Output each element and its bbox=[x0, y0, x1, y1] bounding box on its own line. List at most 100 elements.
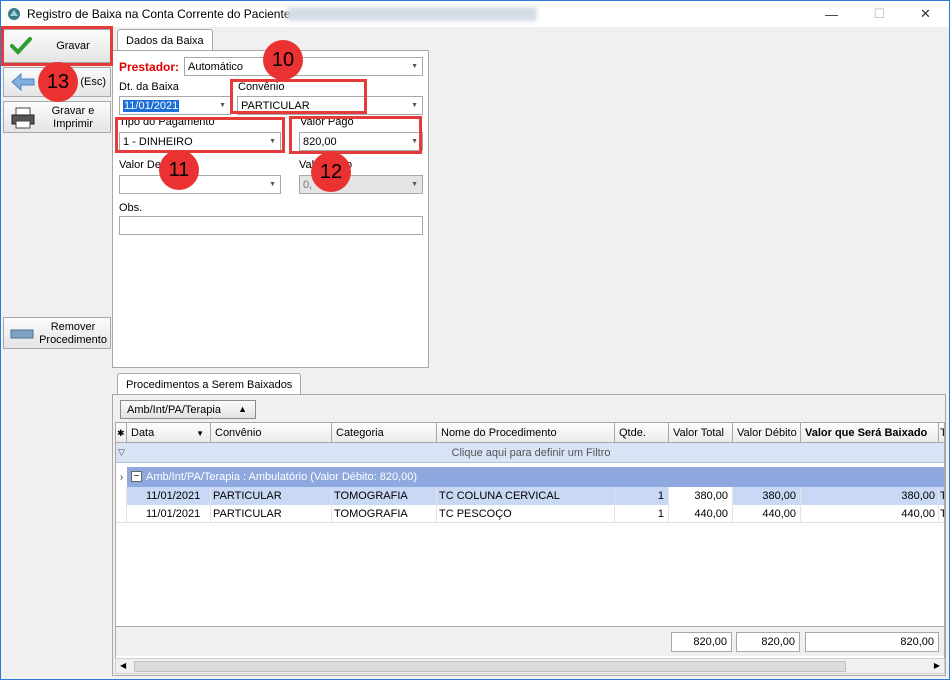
chevron-down-icon: ▼ bbox=[269, 138, 276, 145]
cell-nome: TC COLUNA CERVICAL bbox=[439, 487, 615, 505]
remover-label: Remover Procedimento bbox=[38, 321, 108, 347]
table-row[interactable]: 11/01/2021 PARTICULAR TOMOGRAFIA TC COLU… bbox=[116, 487, 944, 505]
convenio-label: Convênio bbox=[238, 81, 285, 93]
maximize-button[interactable]: ☐ bbox=[857, 1, 902, 27]
chevron-down-icon: ▼ bbox=[411, 181, 418, 188]
scroll-left-icon[interactable]: ◀ bbox=[120, 661, 126, 670]
col-data[interactable]: Data ▼ bbox=[127, 423, 211, 443]
maximize-icon: ☐ bbox=[873, 6, 886, 21]
col-nome-label: Nome do Procedimento bbox=[441, 427, 557, 439]
window-title: Registro de Baixa na Conta Corrente do P… bbox=[27, 7, 291, 21]
sort-up-icon: ▲ bbox=[238, 404, 247, 414]
cell-data: 11/01/2021 bbox=[146, 487, 211, 505]
col-categoria[interactable]: Categoria bbox=[332, 423, 437, 443]
convenio-combo[interactable]: PARTICULAR ▼ bbox=[237, 96, 423, 115]
total-valor-debito: 820,00 bbox=[736, 632, 800, 652]
cell-convenio: PARTICULAR bbox=[213, 505, 332, 523]
dt-baixa-label: Dt. da Baixa bbox=[119, 81, 179, 93]
dados-da-baixa-panel: Prestador: Automático ▼ Dt. da Baixa 11/… bbox=[112, 50, 429, 368]
app-icon bbox=[8, 8, 20, 20]
back-arrow-icon bbox=[11, 72, 35, 92]
title-bar: Registro de Baixa na Conta Corrente do P… bbox=[1, 1, 949, 27]
printer-icon bbox=[11, 107, 35, 129]
valor-troco-value: 0, bbox=[303, 178, 313, 191]
tab-procedimentos-label: Procedimentos a Serem Baixados bbox=[126, 378, 293, 391]
minus-icon bbox=[10, 329, 34, 339]
gravar-imprimir-button[interactable]: Gravar e Imprimir bbox=[3, 101, 111, 133]
tab-procedimentos[interactable]: Procedimentos a Serem Baixados bbox=[117, 373, 302, 395]
chevron-down-icon: ▼ bbox=[219, 102, 226, 109]
table-row[interactable]: 11/01/2021 PARTICULAR TOMOGRAFIA TC PESC… bbox=[116, 505, 944, 523]
procedures-grid: ✱ Data ▼ Convênio Categoria Nome do Proc… bbox=[115, 422, 945, 660]
cell-valor-total: 440,00 bbox=[669, 505, 733, 523]
total-valor-total: 820,00 bbox=[671, 632, 732, 652]
cell-valor-baixado[interactable]: 440,00 bbox=[801, 505, 939, 523]
col-nome-procedimento[interactable]: Nome do Procedimento bbox=[437, 423, 615, 443]
convenio-value: PARTICULAR bbox=[241, 99, 310, 112]
collapse-icon[interactable]: − bbox=[131, 471, 142, 482]
checkmark-icon bbox=[10, 37, 32, 55]
totals-row: 820,00 820,00 820,00 bbox=[116, 626, 944, 656]
scroll-right-icon[interactable]: ▶ bbox=[934, 661, 940, 670]
close-button[interactable]: ✕ bbox=[903, 1, 948, 27]
group-row[interactable]: › − Amb/Int/PA/Terapia : Ambulatório (Va… bbox=[116, 467, 944, 487]
annotation-11: 11 bbox=[159, 150, 199, 190]
cell-nome: TC PESCOÇO bbox=[439, 505, 615, 523]
col-categoria-label: Categoria bbox=[336, 427, 384, 439]
remover-line2: Procedimento bbox=[39, 334, 107, 346]
tipo-pagamento-combo[interactable]: 1 - DINHEIRO ▼ bbox=[119, 132, 281, 151]
col-valor-total[interactable]: Valor Total bbox=[669, 423, 733, 443]
minimize-icon: — bbox=[825, 6, 838, 22]
close-icon: ✕ bbox=[920, 6, 931, 21]
group-row-label: Amb/Int/PA/Terapia : Ambulatório (Valor … bbox=[146, 471, 418, 483]
total-valor-baixado: 820,00 bbox=[805, 632, 939, 652]
obs-label: Obs. bbox=[119, 202, 143, 214]
sort-down-icon: ▼ bbox=[196, 428, 204, 438]
dt-baixa-field[interactable]: 11/01/2021 ▼ bbox=[119, 96, 231, 115]
minimize-button[interactable]: — bbox=[809, 1, 854, 27]
gravar-button[interactable]: Gravar bbox=[3, 29, 111, 63]
obs-field[interactable] bbox=[119, 216, 423, 235]
cell-data: 11/01/2021 bbox=[146, 505, 211, 523]
cell-valor-total: 380,00 bbox=[669, 487, 733, 505]
remover-procedimento-button[interactable]: Remover Procedimento bbox=[3, 317, 111, 349]
gravar-imprimir-label: Gravar e Imprimir bbox=[38, 105, 108, 131]
col-valor-debito[interactable]: Valor Débito bbox=[733, 423, 801, 443]
row-indicator bbox=[116, 487, 127, 505]
scrollbar-thumb[interactable] bbox=[134, 661, 846, 672]
cell-valor-debito: 440,00 bbox=[733, 505, 801, 523]
gravar-imprimir-line1: Gravar e bbox=[51, 105, 95, 117]
remover-line1: Remover bbox=[50, 321, 96, 333]
col-valor-debito-label: Valor Débito bbox=[737, 427, 797, 439]
group-by-button[interactable]: Amb/Int/PA/Terapia ▲ bbox=[120, 400, 256, 419]
prestador-label: Prestador: bbox=[119, 60, 180, 74]
col-convenio[interactable]: Convênio bbox=[211, 423, 332, 443]
tab-dados-da-baixa-label: Dados da Baixa bbox=[126, 34, 204, 47]
row-pointer-icon: › bbox=[116, 467, 127, 487]
annotation-13: 13 bbox=[38, 62, 78, 102]
chevron-down-icon: ▼ bbox=[411, 138, 418, 145]
gravar-label: Gravar bbox=[56, 39, 90, 52]
prestador-combo[interactable]: Automático ▼ bbox=[184, 57, 423, 76]
valor-pago-field[interactable]: 820,00 ▼ bbox=[299, 132, 423, 151]
gravar-imprimir-line2: Imprimir bbox=[53, 118, 93, 130]
cell-valor-baixado[interactable]: 380,00 bbox=[801, 487, 939, 505]
col-t[interactable]: T bbox=[939, 423, 944, 443]
cell-t: T bbox=[939, 487, 944, 505]
col-valor-baixado[interactable]: Valor que Será Baixado bbox=[801, 423, 939, 443]
valor-pago-value: 820,00 bbox=[303, 135, 337, 148]
filter-row[interactable]: ▽ Clique aqui para definir um Filtro bbox=[116, 443, 944, 463]
chevron-down-icon: ▼ bbox=[411, 102, 418, 109]
col-data-label: Data bbox=[131, 427, 155, 439]
tab-dados-da-baixa[interactable]: Dados da Baixa bbox=[117, 29, 213, 51]
group-by-label: Amb/Int/PA/Terapia bbox=[127, 403, 221, 416]
grid-header: ✱ Data ▼ Convênio Categoria Nome do Proc… bbox=[116, 423, 944, 443]
prestador-value: Automático bbox=[188, 60, 244, 73]
column-selector-icon[interactable]: ✱ bbox=[116, 423, 127, 443]
cell-valor-debito: 380,00 bbox=[733, 487, 801, 505]
col-valor-baixado-label: Valor que Será Baixado bbox=[805, 427, 928, 439]
valor-desconto-field[interactable]: ▼ bbox=[119, 175, 281, 194]
horizontal-scrollbar[interactable]: ◀ ▶ bbox=[115, 658, 945, 674]
annotation-10: 10 bbox=[263, 40, 303, 80]
col-qtde[interactable]: Qtde. bbox=[615, 423, 669, 443]
